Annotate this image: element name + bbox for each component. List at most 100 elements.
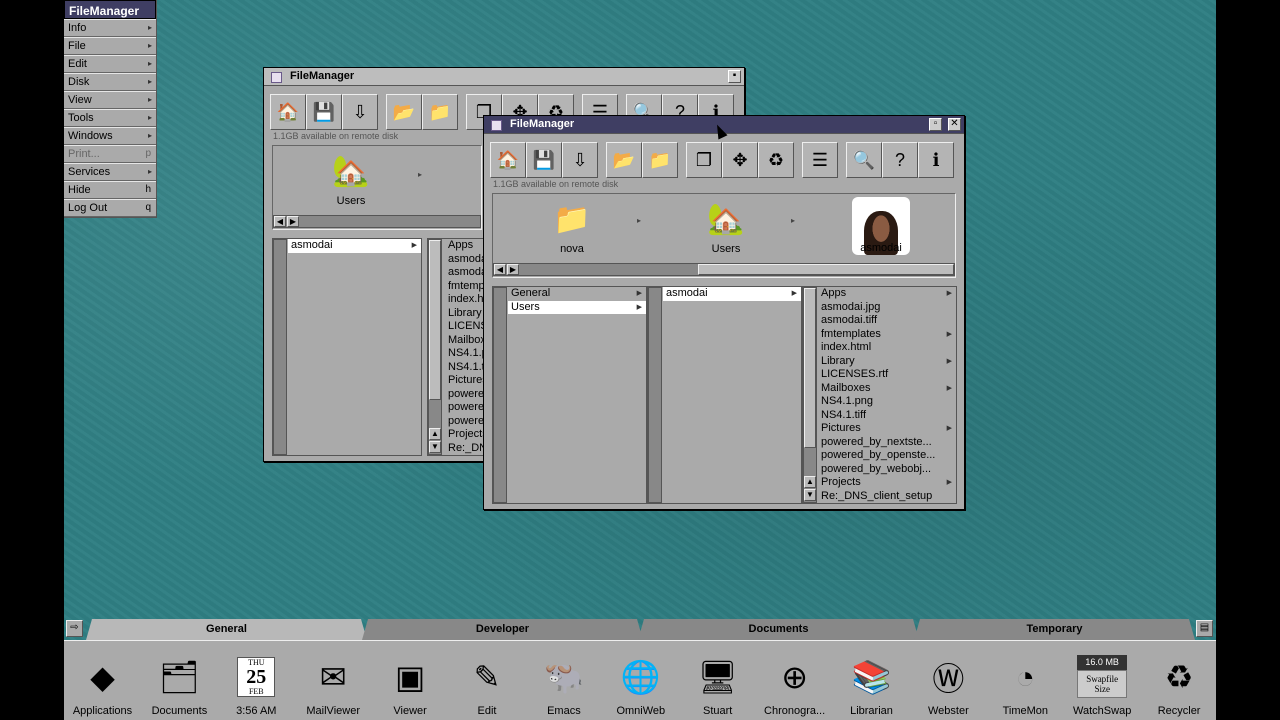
dock-tab-documents[interactable]: Documents (638, 619, 919, 640)
menu-item-log-out[interactable]: Log Out q (64, 199, 156, 217)
help-icon[interactable]: ? (882, 142, 918, 178)
list-item[interactable]: Library (445, 307, 486, 321)
list-item[interactable]: powere (445, 388, 486, 402)
list-item[interactable]: General ▶ (508, 287, 646, 301)
horizontal-scrollbar[interactable]: ◀ ▶ (493, 263, 955, 276)
list-item[interactable]: Mailboxes ▶ (818, 382, 956, 396)
scroll-knob[interactable] (698, 264, 954, 275)
horizontal-scrollbar[interactable]: ◀ ▶ (273, 215, 481, 228)
save-icon[interactable]: 💾 (526, 142, 562, 178)
vertical-scrollbar[interactable]: ▲ ▼ (428, 239, 442, 455)
dock-item-timemon[interactable]: ◔ TimeMon (987, 641, 1064, 718)
list-item[interactable]: fmtemplates ▶ (818, 328, 956, 342)
list-item[interactable]: Library ▶ (818, 355, 956, 369)
vertical-scrollbar[interactable]: ▲ ▼ (803, 287, 817, 503)
list-item[interactable]: asmoda (445, 266, 486, 280)
scroll-knob[interactable] (804, 288, 816, 448)
dock-tab-general[interactable]: General (86, 619, 367, 640)
dock-tab-temporary[interactable]: Temporary (914, 619, 1195, 640)
list-view-icon[interactable]: ☰ (802, 142, 838, 178)
dock-menu-icon[interactable]: ▤ (1196, 620, 1213, 637)
dock-item-documents[interactable]: 🗂 Documents (141, 641, 218, 717)
dock-item-librarian[interactable]: 📚 Librarian (833, 641, 910, 717)
dock-item-3-56-am[interactable]: THU 25 FEB 3:56 AM (218, 641, 295, 717)
scroll-up-button[interactable]: ▲ (804, 476, 816, 488)
list-item[interactable]: powered_by_nextste... (818, 436, 956, 450)
list-item[interactable]: Pictures (445, 374, 486, 388)
menu-item-view[interactable]: View ▸ (64, 91, 156, 109)
list-item[interactable]: powered_by_openste... (818, 449, 956, 463)
list-item[interactable]: LICENSES.rtf (818, 368, 956, 382)
search-icon[interactable]: 🔍 (846, 142, 882, 178)
house-icon[interactable]: 🏠 (490, 142, 526, 178)
house-icon[interactable]: 🏠 (270, 94, 306, 130)
list-item[interactable]: powered_by_webobj... (818, 463, 956, 477)
dock-tab-developer[interactable]: Developer (362, 619, 643, 640)
list-item[interactable]: asmoda (445, 253, 486, 267)
dock-item-watchswap[interactable]: 16.0 MB Swapfile Size WatchSwap (1064, 641, 1141, 717)
save-icon[interactable]: 💾 (306, 94, 342, 130)
shelf-item-users[interactable]: 🏡 Users (696, 199, 756, 256)
filemanager-window-front[interactable]: FileManager ▫ ✕ 🏠 💾 ⇩ 📂 📁 ❐ ✥ ♻ ☰ 🔍 ? ℹ … (483, 115, 965, 510)
disk-icon[interactable]: ⇩ (342, 94, 378, 130)
list-item[interactable]: Mailbox (445, 334, 486, 348)
menu-item-windows[interactable]: Windows ▸ (64, 127, 156, 145)
recycle-icon[interactable]: ♻ (758, 142, 794, 178)
list-item[interactable]: Re:_DNS_client_setup (818, 490, 956, 504)
list-item[interactable]: Re:_DN (445, 442, 486, 456)
scroll-down-button[interactable]: ▼ (429, 441, 441, 453)
folder-icon[interactable]: 📁 (642, 142, 678, 178)
miniaturize-button[interactable]: ▫ (929, 118, 942, 131)
miniaturize-button[interactable]: ▪ (728, 70, 741, 83)
dock-item-mailviewer[interactable]: ✉ MailViewer (295, 641, 372, 717)
list-item[interactable]: Apps (445, 239, 486, 253)
list-item[interactable]: Projects (445, 428, 486, 442)
menu-item-hide[interactable]: Hide h (64, 181, 156, 199)
shelf-item-users[interactable]: 🏡 Users (321, 151, 381, 208)
scroll-up-button[interactable]: ▲ (429, 428, 441, 440)
menu-item-services[interactable]: Services ▸ (64, 163, 156, 181)
shelf-item-nova[interactable]: 📁 nova (542, 199, 602, 256)
menu-item-disk[interactable]: Disk ▸ (64, 73, 156, 91)
list-item[interactable]: asmodai.tiff (818, 314, 956, 328)
folder-icon[interactable]: 📁 (422, 94, 458, 130)
scroll-right-button[interactable]: ▶ (507, 264, 519, 275)
vertical-scrollbar[interactable] (273, 239, 287, 455)
list-item[interactable]: Users ▶ (508, 300, 646, 314)
list-item[interactable]: asmodai ▶ (663, 287, 801, 301)
dock-item-omniweb[interactable]: 🌐 OmniWeb (602, 641, 679, 717)
list-item[interactable]: fmtempl (445, 280, 486, 294)
list-item[interactable]: asmodai ▶ (288, 239, 421, 253)
list-item[interactable]: Apps ▶ (818, 287, 956, 301)
move-icon[interactable]: ✥ (722, 142, 758, 178)
scroll-left-button[interactable]: ◀ (274, 216, 286, 227)
dock-item-edit[interactable]: ✎ Edit (449, 641, 526, 717)
menu-item-print[interactable]: Print... p (64, 145, 156, 163)
list-item[interactable]: LICENS (445, 320, 486, 334)
close-button[interactable]: ✕ (948, 118, 961, 131)
copy-icon[interactable]: ❐ (686, 142, 722, 178)
dock-item-viewer[interactable]: ▣ Viewer (372, 641, 449, 717)
dock-item-recycler[interactable]: ♻ Recycler (1141, 641, 1216, 717)
scroll-knob[interactable] (429, 240, 441, 400)
scroll-right-button[interactable]: ▶ (287, 216, 299, 227)
dock-item-chronogra[interactable]: ⊕ Chronogra... (756, 641, 833, 717)
scroll-left-button[interactable]: ◀ (494, 264, 506, 275)
folder-open-icon[interactable]: 📂 (386, 94, 422, 130)
titlebar[interactable]: FileManager ▪ (264, 68, 744, 86)
list-item[interactable]: asmodai.jpg (818, 301, 956, 315)
dock-collapse-icon[interactable]: ⇨ (66, 620, 83, 637)
list-item[interactable]: Pictures ▶ (818, 422, 956, 436)
dock-item-webster[interactable]: Ⓦ Webster (910, 641, 987, 717)
list-item[interactable]: Projects ▶ (818, 476, 956, 490)
list-item[interactable]: NS4.1.t (445, 361, 486, 375)
dock-item-applications[interactable]: ◆ Applications (64, 641, 141, 717)
vertical-scrollbar[interactable] (648, 287, 662, 503)
list-item[interactable]: NS4.1.png (818, 395, 956, 409)
list-item[interactable]: NS4.1.tiff (818, 409, 956, 423)
folder-open-icon[interactable]: 📂 (606, 142, 642, 178)
shelf-item-asmodai[interactable]: asmodai (850, 197, 912, 255)
list-item[interactable]: NS4.1.p (445, 347, 486, 361)
dock-item-emacs[interactable]: 🐃 Emacs (525, 641, 602, 717)
menu-item-info[interactable]: Info ▸ (64, 19, 156, 37)
